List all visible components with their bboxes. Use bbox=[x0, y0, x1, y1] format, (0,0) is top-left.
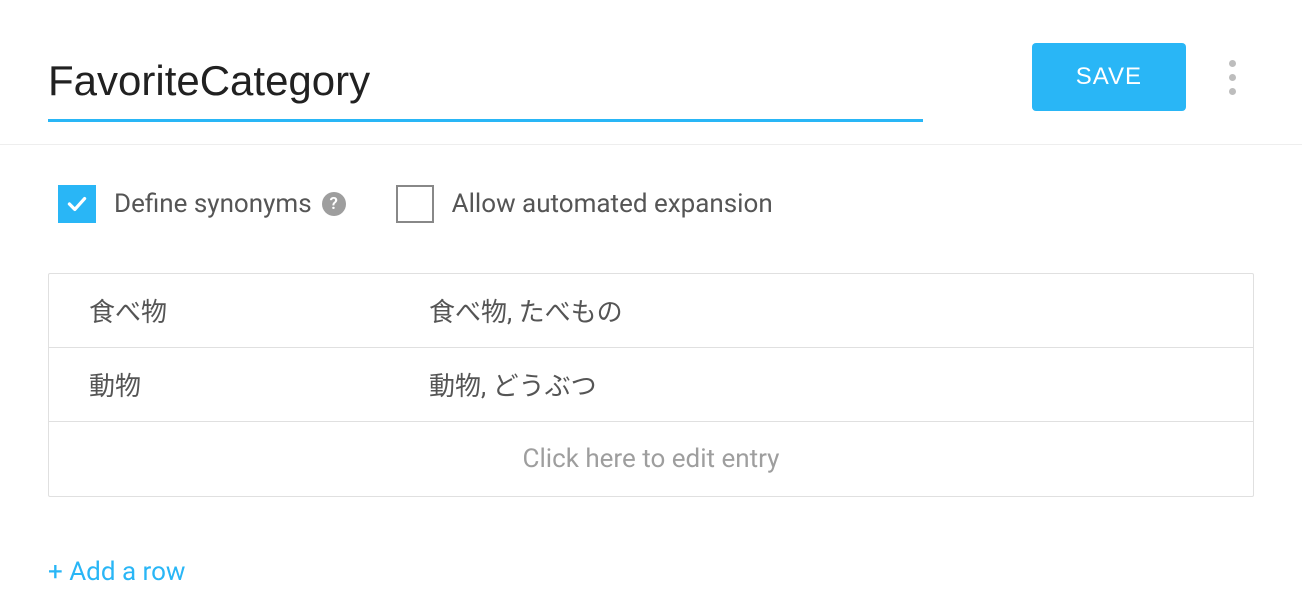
add-row-link[interactable]: + Add a row bbox=[48, 557, 185, 587]
synonyms-table: 食べ物 食べ物, たべもの 動物 動物, どうぶつ Click here to … bbox=[48, 273, 1254, 497]
content-area: Define synonyms ? Allow automated expans… bbox=[0, 145, 1302, 587]
table-row[interactable]: 動物 動物, どうぶつ bbox=[49, 348, 1253, 422]
save-button[interactable]: SAVE bbox=[1032, 43, 1186, 111]
allow-expansion-checkbox[interactable] bbox=[396, 185, 434, 223]
header-bar: SAVE bbox=[0, 0, 1302, 145]
reference-cell: 動物 bbox=[49, 366, 409, 403]
synonyms-cell: 動物, どうぶつ bbox=[409, 366, 1253, 403]
help-icon[interactable]: ? bbox=[322, 192, 346, 216]
allow-expansion-option: Allow automated expansion bbox=[396, 185, 773, 223]
edit-entry-placeholder[interactable]: Click here to edit entry bbox=[49, 422, 1253, 496]
title-field-wrap bbox=[48, 53, 923, 122]
table-row[interactable]: 食べ物 食べ物, たべもの bbox=[49, 274, 1253, 348]
more-menu-button[interactable] bbox=[1210, 55, 1254, 99]
synonyms-cell: 食べ物, たべもの bbox=[409, 292, 1253, 329]
reference-cell: 食べ物 bbox=[49, 292, 409, 329]
allow-expansion-label: Allow automated expansion bbox=[452, 189, 773, 219]
check-icon bbox=[64, 191, 90, 217]
allow-expansion-text: Allow automated expansion bbox=[452, 189, 773, 219]
options-row: Define synonyms ? Allow automated expans… bbox=[48, 185, 1254, 223]
define-synonyms-label: Define synonyms ? bbox=[114, 189, 346, 219]
define-synonyms-checkbox[interactable] bbox=[58, 185, 96, 223]
more-vert-icon bbox=[1229, 60, 1236, 95]
define-synonyms-option: Define synonyms ? bbox=[58, 185, 346, 223]
define-synonyms-text: Define synonyms bbox=[114, 189, 312, 219]
entity-name-input[interactable] bbox=[48, 53, 923, 122]
